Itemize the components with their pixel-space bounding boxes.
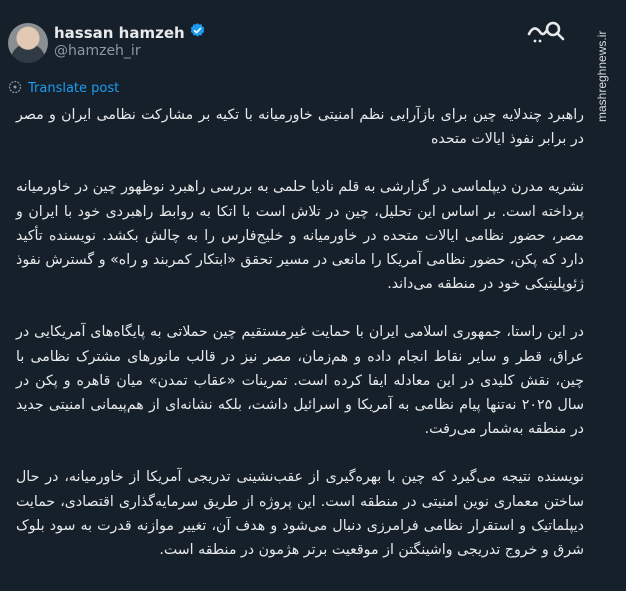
post-paragraph: نشریه مدرن دیپلماسی در گزارشی به قلم ناد… [16,179,584,293]
post-paragraph: در این راستا، جمهوری اسلامی ایران با حما… [16,324,584,438]
author-name-row: hassan hamzeh [54,22,206,43]
verified-badge-icon [189,22,206,43]
post-paragraph: نویسنده نتیجه می‌گیرد که چین با بهره‌گیر… [16,469,584,559]
post-paragraph-title: راهبرد چندلایه چین برای بازآرایی نظم امن… [16,107,584,148]
translate-post-link[interactable]: Translate post [8,79,119,98]
author-handle[interactable]: @hamzeh_ir [54,43,141,59]
site-url-watermark: mashreghnews.ir [595,30,609,122]
avatar[interactable] [8,23,48,63]
author-display-name[interactable]: hassan hamzeh [54,24,185,42]
tweet-card: hassan hamzeh @hamzeh_ir mashreghnews.ir… [0,0,626,591]
post-text: راهبرد چندلایه چین برای بازآرایی نظم امن… [16,103,584,586]
translate-post-label[interactable]: Translate post [28,81,119,96]
translate-icon [8,79,22,98]
mashregh-logo [526,16,566,46]
